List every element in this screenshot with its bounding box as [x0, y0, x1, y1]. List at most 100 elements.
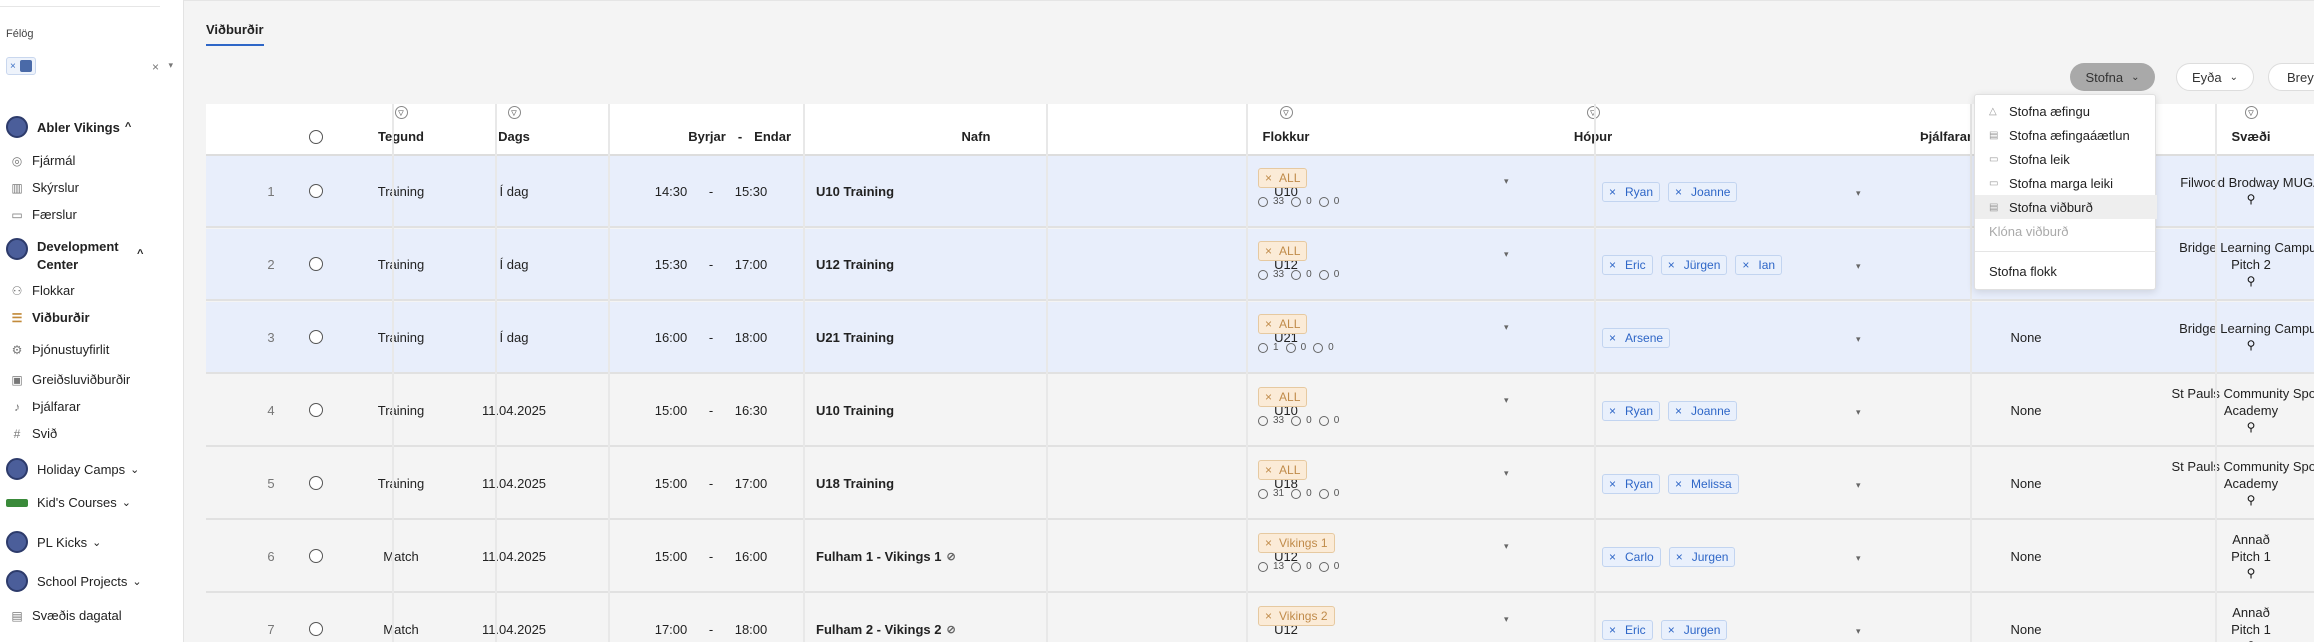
sidebar-item-transactions[interactable]: ▭ Færslur [10, 207, 76, 222]
remove-chip-icon[interactable]: × [1742, 258, 1749, 272]
coach-chip[interactable]: × Carlo [1602, 547, 1661, 567]
org-pl-kicks[interactable]: PL Kicks ⌄ [6, 531, 101, 553]
remove-chip-icon[interactable]: × [1675, 404, 1682, 418]
coach-chip[interactable]: × Ian [1735, 255, 1783, 275]
row-radio[interactable] [309, 184, 323, 198]
chevron-down-icon[interactable]: ▾ [1856, 626, 1861, 637]
org-kids-courses[interactable]: Kid's Courses ⌄ [6, 495, 131, 510]
chevron-down-icon[interactable]: ▾ [1504, 468, 1509, 479]
sidebar-item-reports[interactable]: ▥ Skýrslur [10, 180, 79, 195]
remove-chip-icon[interactable]: × [1676, 550, 1683, 564]
sidebar-item-groups[interactable]: ⚇ Flokkar [10, 283, 75, 298]
remove-chip-icon[interactable]: × [1265, 317, 1272, 331]
filter-icon[interactable]: ▽ [1279, 106, 1293, 119]
menu-clone-event[interactable]: Klóna viðburð [1975, 219, 2157, 243]
chevron-down-icon[interactable]: ▾ [1856, 553, 1861, 564]
team-chip[interactable]: × ALL [1258, 168, 1308, 188]
coach-chip[interactable]: × Arsene [1602, 328, 1671, 348]
header-date[interactable]: ▽ Dags [464, 104, 564, 156]
team-select[interactable]: × ALL 1 0 0 [1258, 314, 1334, 362]
row-select[interactable] [296, 156, 336, 226]
chevron-down-icon[interactable]: ▾ [1504, 614, 1509, 625]
coach-chip[interactable]: × Melissa [1668, 474, 1739, 494]
row-select[interactable] [296, 521, 336, 591]
chevron-down-icon[interactable]: ▾ [1504, 322, 1509, 333]
table-row[interactable]: 6 Match 11.04.2025 15:00 - 16:00 Fulham 1 - Vi… [206, 521, 2314, 593]
event-name[interactable]: Fulham 2 - Vikings 2 ⊘ [807, 594, 1037, 642]
chevron-down-icon[interactable]: ▾ [1856, 334, 1861, 345]
remove-chip-icon[interactable]: × [1609, 623, 1616, 637]
event-name[interactable]: U18 Training [807, 448, 1037, 518]
org-holiday-camps[interactable]: Holiday Camps ⌄ [6, 458, 139, 480]
header-team[interactable]: ▽ Hópur [1553, 104, 1633, 156]
menu-create-group[interactable]: Stofna flokk [1975, 259, 2157, 283]
club-chip[interactable]: × [6, 57, 36, 75]
remove-chip-icon[interactable]: × [1265, 244, 1272, 258]
row-select[interactable] [296, 375, 336, 445]
chevron-down-icon[interactable]: ▾ [1856, 261, 1861, 272]
team-select[interactable]: × ALL 33 0 0 [1258, 168, 1339, 216]
remove-chip-icon[interactable]: × [1675, 185, 1682, 199]
sidebar-item-area-calendar[interactable]: ▤ Svæðis dagatal [10, 608, 121, 623]
row-radio[interactable] [309, 257, 323, 271]
row-select[interactable] [296, 302, 336, 372]
org-school-projects[interactable]: School Projects ⌄ [6, 570, 142, 592]
header-type[interactable]: ▽ Tegund [361, 104, 441, 156]
select-all[interactable] [296, 104, 336, 156]
coach-chip[interactable]: × Ryan [1602, 474, 1661, 494]
header-group[interactable]: ▽ Flokkur [1246, 104, 1326, 156]
remove-chip-icon[interactable]: × [1609, 185, 1616, 199]
remove-chip-icon[interactable]: × [1668, 623, 1675, 637]
menu-create-event[interactable]: ▤ Stofna viðburð [1975, 195, 2157, 219]
event-name[interactable]: Fulham 1 - Vikings 1 ⊘ [807, 521, 1037, 591]
sidebar-item-payment-events[interactable]: ▣ Greiðsluviðburðir [10, 372, 130, 387]
row-radio[interactable] [309, 476, 323, 490]
sidebar-item-events[interactable]: ☰ Viðburðir [10, 310, 90, 325]
remove-chip-icon[interactable]: × [1668, 258, 1675, 272]
event-name[interactable]: U21 Training [807, 302, 1037, 372]
sidebar-item-finance[interactable]: ◎ Fjármál [10, 153, 76, 168]
header-area[interactable]: ▽ Svæði [2211, 104, 2291, 156]
chevron-down-icon[interactable]: ▾ [1504, 249, 1509, 260]
chevron-down-icon[interactable]: ▾ [1856, 407, 1861, 418]
remove-chip-icon[interactable]: × [1609, 404, 1616, 418]
chevron-down-icon[interactable]: ▾ [1856, 188, 1861, 199]
org-abler-vikings[interactable]: Abler Vikings ^ [6, 116, 131, 138]
chevron-down-icon[interactable]: ▾ [1504, 176, 1509, 187]
chevron-down-icon[interactable]: ▾ [1504, 541, 1509, 552]
select-all-radio[interactable] [309, 130, 323, 144]
remove-chip-icon[interactable]: × [1265, 171, 1272, 185]
club-select[interactable]: × [6, 56, 156, 76]
team-chip[interactable]: × ALL [1258, 241, 1308, 261]
row-select[interactable] [296, 594, 336, 642]
remove-chip-icon[interactable]: × [10, 61, 16, 72]
coach-chip[interactable]: × Eric [1602, 620, 1653, 640]
team-select[interactable]: × ALL 33 0 0 [1258, 241, 1339, 289]
remove-chip-icon[interactable]: × [1265, 609, 1272, 623]
menu-create-multiple-matches[interactable]: ▭ Stofna marga leiki [1975, 171, 2157, 195]
remove-chip-icon[interactable]: × [1609, 550, 1616, 564]
coach-chip[interactable]: × Joanne [1668, 182, 1738, 202]
chevron-down-icon[interactable]: ▾ [168, 60, 173, 71]
coach-chip[interactable]: × Jürgen [1660, 255, 1728, 275]
menu-create-practice[interactable]: △ Stofna æfingu [1975, 99, 2157, 123]
coach-chip[interactable]: × Eric [1602, 255, 1653, 275]
row-select[interactable] [296, 448, 336, 518]
team-chip[interactable]: × ALL [1258, 387, 1308, 407]
sidebar-item-coaches[interactable]: ♪ Þjálfarar [10, 399, 80, 414]
filter-icon[interactable]: ▽ [394, 106, 408, 119]
edit-button[interactable]: Breyta [2268, 63, 2314, 91]
create-button[interactable]: Stofna ⌄ [2070, 63, 2155, 91]
org-development-center[interactable]: Development Center ^ [6, 238, 143, 274]
team-select[interactable]: × ALL 31 0 0 [1258, 460, 1339, 508]
team-select[interactable]: × ALL 33 0 0 [1258, 387, 1339, 435]
team-chip[interactable]: × ALL [1258, 460, 1308, 480]
delete-button[interactable]: Eyða ⌄ [2176, 63, 2254, 91]
filter-icon[interactable]: ▽ [507, 106, 521, 119]
event-name[interactable]: U12 Training [807, 229, 1037, 299]
table-row[interactable]: 3 Training Í dag 16:00-18:00 U21 Training U21… [206, 302, 2314, 374]
row-radio[interactable] [309, 622, 323, 636]
row-radio[interactable] [309, 549, 323, 563]
chevron-down-icon[interactable]: ▾ [1504, 395, 1509, 406]
sidebar-item-services[interactable]: ⚙ Þjónustuyfirlit [10, 342, 110, 357]
